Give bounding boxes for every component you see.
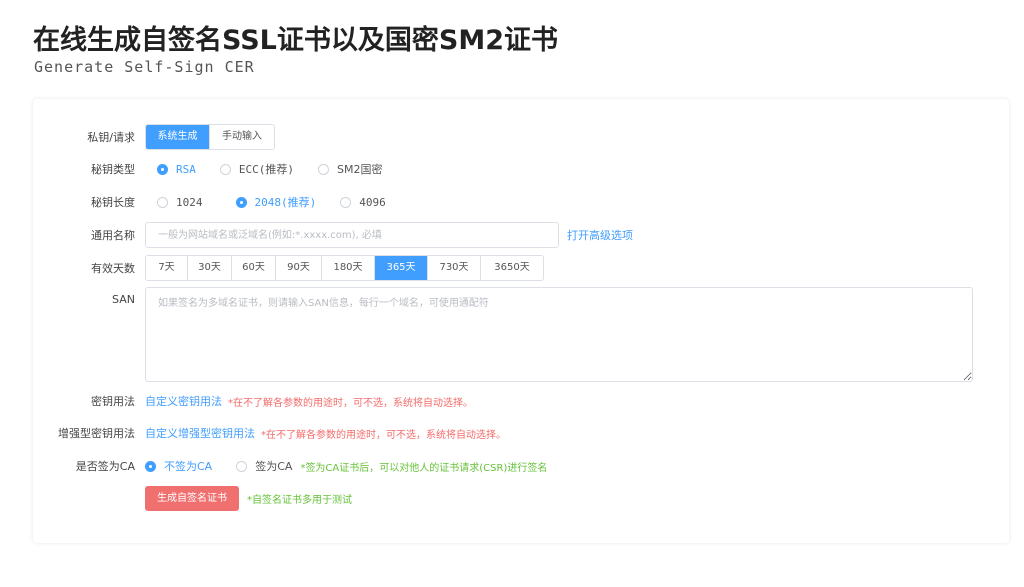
validity-option-180[interactable]: 180天: [322, 256, 375, 280]
key-type-label: 秘钥类型: [91, 163, 135, 176]
advanced-options-link[interactable]: 打开高级选项: [567, 227, 633, 243]
validity-option-730[interactable]: 730天: [428, 256, 481, 280]
is-ca-row: 是否签为CA 不签为CA 签为CA *签为CA证书后，可以对他人的证书请求(CS…: [33, 458, 1009, 474]
radio-checked-icon: [145, 460, 156, 472]
generate-certificate-button[interactable]: 生成自签名证书: [145, 486, 239, 511]
key-length-radio-2048[interactable]: 2048(推荐): [235, 194, 317, 210]
key-request-row: 私钥/请求 系统生成 手动输入: [33, 124, 1009, 150]
validity-label: 有效天数: [91, 262, 135, 275]
key-type-row: 秘钥类型 RSA ECC(推荐) SM2国密: [33, 161, 1009, 177]
key-length-radio-1024[interactable]: 1024: [157, 196, 203, 209]
key-request-option-manual[interactable]: 手动输入: [210, 125, 274, 149]
key-usage-note: *在不了解各参数的用途时，可不选，系统将自动选择。: [228, 397, 473, 409]
ext-key-usage-note: *在不了解各参数的用途时，可不选，系统将自动选择。: [261, 429, 506, 441]
key-type-radio-ecc[interactable]: ECC(推荐): [219, 161, 294, 177]
key-request-option-system[interactable]: 系统生成: [146, 125, 210, 149]
submit-row: 生成自签名证书 *自签名证书多用于测试: [33, 486, 1009, 511]
form-panel: 私钥/请求 系统生成 手动输入 秘钥类型 RSA ECC(推荐) SM2国密 秘…: [33, 99, 1009, 543]
ext-key-usage-row: 增强型密钥用法 自定义增强型密钥用法 *在不了解各参数的用途时，可不选，系统将自…: [33, 425, 1009, 441]
custom-key-usage-link[interactable]: 自定义密钥用法: [145, 393, 222, 409]
radio-label: 4096: [359, 195, 386, 209]
san-row: SAN: [33, 287, 1009, 382]
common-name-input[interactable]: [145, 222, 559, 248]
validity-option-7[interactable]: 7天: [146, 256, 188, 280]
is-ca-radio-yes[interactable]: 签为CA: [236, 458, 292, 474]
key-usage-label: 密钥用法: [91, 395, 135, 408]
page-title: 在线生成自签名SSL证书以及国密SM2证书: [33, 25, 558, 56]
radio-label: 1024: [176, 195, 203, 209]
radio-label: RSA: [176, 162, 196, 176]
validity-row: 有效天数 7天 30天 60天 90天 180天 365天 730天 3650天: [33, 255, 1009, 281]
radio-label: ECC(推荐): [238, 163, 294, 176]
common-name-label: 通用名称: [91, 229, 135, 242]
key-length-row: 秘钥长度 1024 2048(推荐) 4096: [33, 194, 1009, 210]
key-type-radio-sm2[interactable]: SM2国密: [318, 161, 382, 177]
radio-unchecked-icon: [236, 460, 248, 472]
page-subtitle: Generate Self-Sign CER: [34, 58, 255, 76]
radio-unchecked-icon: [340, 196, 352, 208]
custom-ext-key-usage-link[interactable]: 自定义增强型密钥用法: [145, 425, 255, 441]
key-type-radio-rsa[interactable]: RSA: [157, 163, 196, 176]
validity-option-60[interactable]: 60天: [232, 256, 276, 280]
key-usage-row: 密钥用法 自定义密钥用法 *在不了解各参数的用途时，可不选，系统将自动选择。: [33, 393, 1009, 409]
radio-checked-icon: [157, 163, 168, 175]
common-name-row: 通用名称 打开高级选项: [33, 222, 1009, 248]
radio-label: 不签为CA: [164, 460, 213, 473]
key-request-label: 私钥/请求: [87, 131, 135, 144]
radio-label: SM2国密: [337, 163, 383, 176]
validity-option-90[interactable]: 90天: [276, 256, 322, 280]
san-textarea[interactable]: [145, 287, 973, 382]
radio-checked-icon: [235, 196, 247, 208]
validity-option-3650[interactable]: 3650天: [481, 256, 543, 280]
validity-option-365[interactable]: 365天: [375, 256, 428, 280]
is-ca-note: *签为CA证书后，可以对他人的证书请求(CSR)进行签名: [300, 462, 548, 474]
ext-key-usage-label: 增强型密钥用法: [58, 427, 135, 440]
radio-unchecked-icon: [219, 163, 231, 175]
radio-unchecked-icon: [157, 196, 168, 208]
radio-label: 2048(推荐): [254, 196, 317, 209]
key-length-label: 秘钥长度: [91, 196, 135, 209]
is-ca-radio-no[interactable]: 不签为CA: [145, 458, 212, 474]
validity-option-30[interactable]: 30天: [188, 256, 232, 280]
key-length-radio-4096[interactable]: 4096: [340, 196, 386, 209]
submit-note: *自签名证书多用于测试: [247, 495, 352, 506]
key-request-toggle: 系统生成 手动输入: [145, 124, 275, 150]
radio-label: 签为CA: [255, 460, 293, 473]
san-label: SAN: [112, 293, 135, 306]
validity-toggle: 7天 30天 60天 90天 180天 365天 730天 3650天: [145, 255, 544, 281]
radio-unchecked-icon: [318, 163, 329, 175]
is-ca-label: 是否签为CA: [75, 460, 135, 473]
